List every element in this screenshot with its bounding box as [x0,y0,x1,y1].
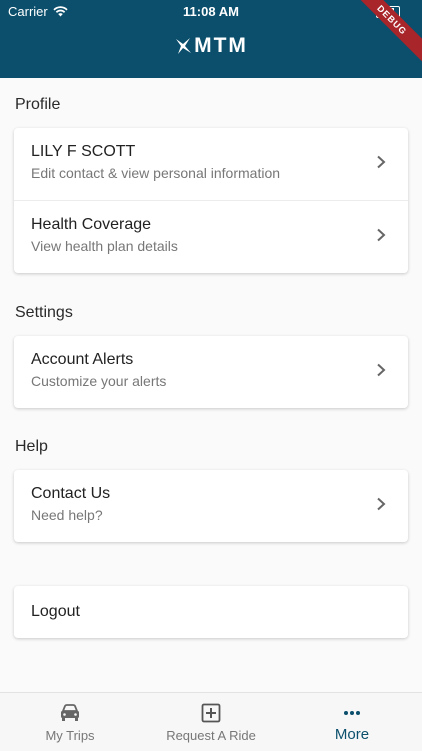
help-card: Contact Us Need help? [14,470,408,542]
status-time: 11:08 AM [183,4,239,19]
menu-item-subtitle: Edit contact & view personal information [31,165,281,181]
more-dots-icon [344,711,360,715]
tab-more[interactable]: More [282,693,422,751]
settings-card: Account Alerts Customize your alerts [14,336,408,408]
logo-mark-icon [176,38,192,54]
status-bar: Carrier 11:08 AM [0,0,422,22]
menu-item-health-coverage[interactable]: Health Coverage View health plan details [14,201,408,273]
menu-item-contact-us[interactable]: Contact Us Need help? [14,470,408,542]
bottom-tab-bar: My Trips Request A Ride More [0,692,422,751]
mtm-logo: MTM [0,34,422,58]
logout-card: Logout [14,586,408,638]
tab-label: My Trips [45,728,95,743]
menu-item-subtitle: Customize your alerts [31,373,167,389]
menu-item-title: LILY F SCOTT [31,143,136,160]
chevron-right-icon [377,363,386,377]
tab-label: More [334,726,370,743]
chevron-right-icon [377,155,386,169]
section-title-help: Help [15,438,48,455]
tab-request-a-ride[interactable]: Request A Ride [141,693,281,751]
section-title-profile: Profile [15,96,61,113]
menu-item-subtitle: Need help? [31,507,103,523]
section-title-settings: Settings [15,304,73,321]
chevron-right-icon [377,228,386,242]
chevron-right-icon [377,497,386,511]
menu-item-subtitle: View health plan details [31,238,178,254]
app-header: Carrier 11:08 AM DEBUG MTM [0,0,422,78]
logout-label: Logout [31,603,80,620]
menu-item-title: Account Alerts [31,351,134,368]
menu-item-account-alerts[interactable]: Account Alerts Customize your alerts [14,336,408,408]
logo-text: MTM [194,34,248,57]
more-menu-content: Profile LILY F SCOTT Edit contact & view… [0,78,422,692]
menu-item-title: Contact Us [31,485,111,502]
menu-item-title: Health Coverage [31,216,152,233]
profile-card: LILY F SCOTT Edit contact & view persona… [14,128,408,273]
logout-button[interactable]: Logout [14,586,408,638]
tab-label: Request A Ride [166,728,256,743]
car-icon [61,704,79,721]
menu-item-personal-info[interactable]: LILY F SCOTT Edit contact & view persona… [14,128,408,201]
plus-square-icon [201,703,221,723]
tab-my-trips[interactable]: My Trips [0,693,140,751]
